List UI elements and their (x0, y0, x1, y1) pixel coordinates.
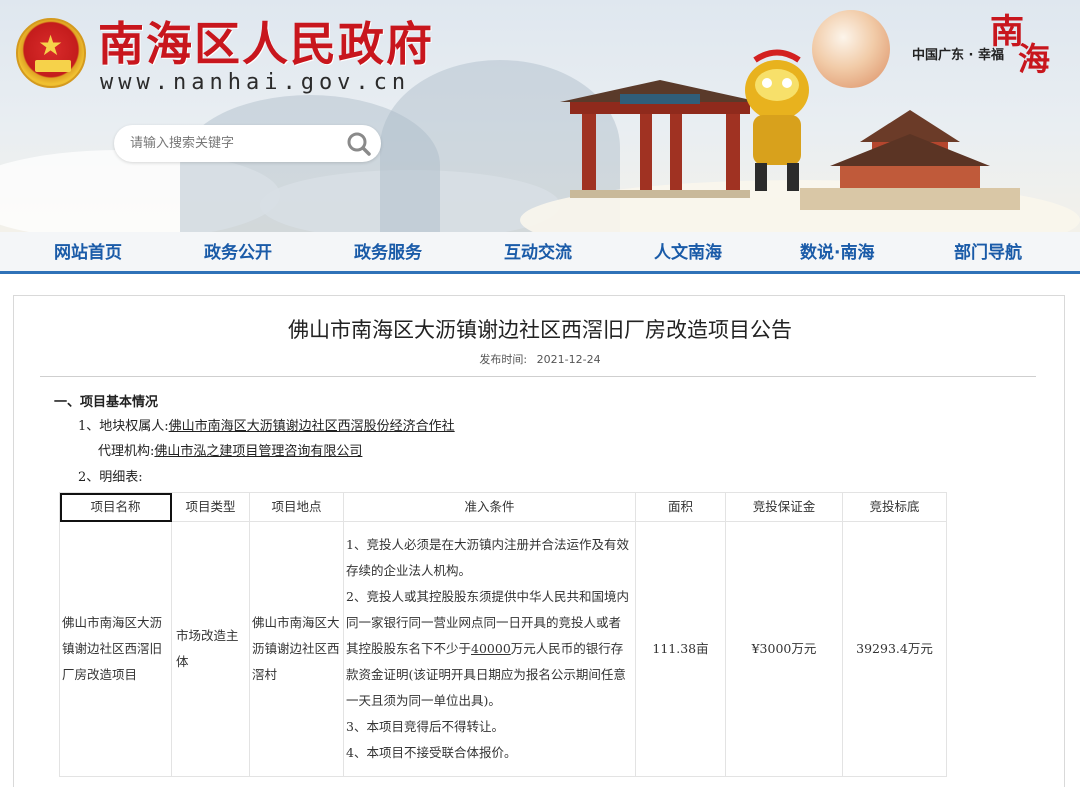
pagoda-image (800, 110, 1020, 210)
nav-item-statistics[interactable]: 数说·南海 (800, 242, 874, 264)
nav-item-services[interactable]: 政务服务 (354, 242, 422, 264)
nanhai-calligraphy-char: 海 (1018, 40, 1051, 78)
project-name-cell: 佛山市南海区大沥镇谢边社区西滘旧厂房改造项目 (59, 521, 172, 777)
national-emblem-icon: ★ (16, 18, 86, 88)
table-header-cell: 项目地点 (249, 492, 344, 522)
search-icon[interactable] (346, 131, 372, 157)
article-title: 佛山市南海区大沥镇谢边社区西滘旧厂房改造项目公告 (288, 318, 792, 342)
nav-item-departments[interactable]: 部门导航 (954, 242, 1022, 264)
nav-item-home[interactable]: 网站首页 (54, 242, 122, 264)
project-type-cell: 市场改造主体 (171, 521, 250, 777)
header-banner: ★ 南海区人民政府 www.nanhai.gov.cn 请输入搜索关键字 中国广… (0, 0, 1080, 232)
site-title: 南海区人民政府 (98, 17, 434, 71)
search-box (114, 125, 381, 162)
table-row: 佛山市南海区大沥镇谢边社区西滘旧厂房改造项目 市场改造主体 佛山市南海区大沥镇谢… (59, 521, 947, 777)
deposit-proof-amount: 40000 (471, 641, 511, 656)
publish-time-label: 发布时间: (479, 353, 528, 366)
detail-table-label: 2、明细表: (78, 470, 143, 485)
project-location-cell: 佛山市南海区大沥镇谢边社区西滘村 (249, 521, 344, 777)
deposit-cell: ¥3000万元 (725, 521, 843, 777)
owner-link[interactable]: 佛山市南海区大沥镇谢边社区西滘股份经济合作社 (169, 419, 455, 434)
table-header-cell: 项目类型 (171, 492, 250, 522)
table-header-cell: 面积 (635, 492, 726, 522)
owner-line: 1、地块权属人:佛山市南海区大沥镇谢边社区西滘股份经济合作社 (78, 418, 455, 436)
reserve-price-cell: 39293.4万元 (842, 521, 947, 777)
admission-conditions-cell: 1、竞投人必须是在大沥镇内注册并合法运作及有效存续的企业法人机构。 2、竞投人或… (343, 521, 636, 777)
agent-link[interactable]: 佛山市泓之建项目管理咨询有限公司 (154, 444, 362, 459)
nav-item-gov-affairs[interactable]: 政务公开 (204, 242, 272, 264)
area-cell: 111.38亩 (635, 521, 726, 777)
section-heading: 一、项目基本情况 (54, 395, 159, 410)
nav-item-culture[interactable]: 人文南海 (654, 242, 722, 264)
condition-item: 1、竞投人必须是在大沥镇内注册并合法运作及有效存续的企业法人机构。 (346, 537, 629, 578)
table-header-row: 项目名称 项目类型 项目地点 准入条件 面积 竞投保证金 竞投标底 (59, 492, 947, 522)
owner-label: 1、地块权属人: (78, 419, 169, 434)
main-nav: 网站首页 政务公开 政务服务 互动交流 人文南海 数说·南海 部门导航 (0, 232, 1080, 274)
table-header-cell: 竞投标底 (842, 492, 947, 522)
lion-dance-image (745, 49, 809, 191)
table-header-cell: 竞投保证金 (725, 492, 843, 522)
archway-image (560, 80, 760, 198)
condition-item: 4、本项目不接受联合体报价。 (346, 745, 517, 760)
nav-item-interaction[interactable]: 互动交流 (504, 242, 572, 264)
project-detail-table: 项目名称 项目类型 项目地点 准入条件 面积 竞投保证金 竞投标底 佛山市南海区… (59, 492, 947, 777)
table-header-cell: 准入条件 (343, 492, 636, 522)
publish-time: 发布时间: 2021-12-24 (0, 352, 1080, 368)
title-divider (40, 376, 1036, 377)
agent-line: 代理机构:佛山市泓之建项目管理咨询有限公司 (98, 443, 362, 461)
site-url: www.nanhai.gov.cn (100, 70, 411, 95)
condition-item: 3、本项目竞得后不得转让。 (346, 719, 504, 734)
search-input[interactable] (130, 132, 340, 154)
condition-item: 2、竞投人或其控股股东须提供中华人民共和国境内同一家银行同一营业网点同一日开具的… (346, 584, 633, 714)
table-header-cell: 项目名称 (59, 492, 172, 522)
publish-time-value: 2021-12-24 (536, 353, 601, 366)
agent-label: 代理机构: (98, 444, 155, 459)
